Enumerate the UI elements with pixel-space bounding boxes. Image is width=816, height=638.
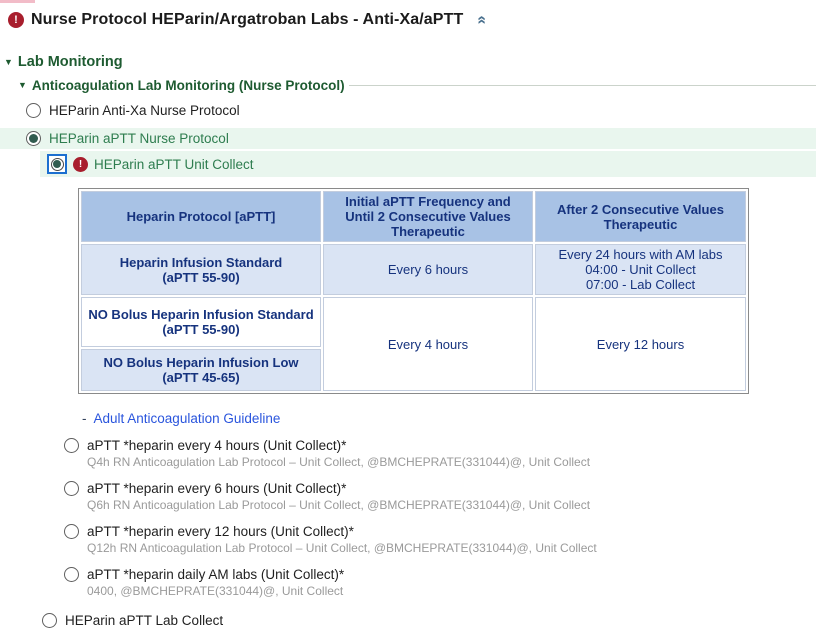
table-cell: Heparin Infusion Standard (aPTT 55-90) bbox=[81, 244, 321, 295]
radio-button-selected[interactable] bbox=[51, 158, 64, 171]
adult-anticoagulation-guideline-link[interactable]: Adult Anticoagulation Guideline bbox=[94, 411, 281, 426]
table-header-cell: Initial aPTT Frequency and Until 2 Conse… bbox=[323, 191, 533, 242]
option-label: aPTT *heparin every 4 hours (Unit Collec… bbox=[87, 438, 346, 453]
option-label: aPTT *heparin daily AM labs (Unit Collec… bbox=[87, 567, 344, 582]
collapse-section-icon[interactable]: « bbox=[474, 16, 490, 25]
section-lab-monitoring: ▼ Lab Monitoring bbox=[4, 54, 816, 70]
option-heparin-anti-xa[interactable]: HEParin Anti-Xa Nurse Protocol bbox=[0, 100, 816, 121]
section-lab-monitoring-label: Lab Monitoring bbox=[18, 54, 123, 70]
collapse-triangle-icon[interactable]: ▼ bbox=[18, 81, 27, 90]
collapse-triangle-icon[interactable]: ▼ bbox=[4, 58, 13, 67]
table-header-cell: After 2 Consecutive Values Therapeutic bbox=[535, 191, 746, 242]
table-cell: NO Bolus Heparin Infusion Low (aPTT 45-6… bbox=[81, 349, 321, 391]
protocol-header: ! Nurse Protocol HEParin/Argatroban Labs… bbox=[0, 0, 816, 29]
radio-button[interactable] bbox=[64, 567, 79, 582]
section-anticoagulation-label: Anticoagulation Lab Monitoring (Nurse Pr… bbox=[32, 78, 345, 93]
radio-button[interactable] bbox=[64, 524, 79, 539]
table-cell: Every 4 hours bbox=[323, 297, 533, 391]
alert-icon: ! bbox=[8, 12, 24, 28]
order-detail-text: Q4h RN Anticoagulation Lab Protocol – Un… bbox=[87, 455, 816, 469]
order-detail-text: Q6h RN Anticoagulation Lab Protocol – Un… bbox=[87, 498, 816, 512]
option-heparin-aptt[interactable]: HEParin aPTT Nurse Protocol bbox=[0, 128, 816, 149]
option-heparin-aptt-unit-collect[interactable]: ! HEParin aPTT Unit Collect bbox=[40, 151, 816, 177]
option-label: HEParin aPTT Lab Collect bbox=[65, 613, 223, 628]
radio-button[interactable] bbox=[42, 613, 57, 628]
radio-button[interactable] bbox=[26, 103, 41, 118]
table-cell: Every 12 hours bbox=[535, 297, 746, 391]
heparin-protocol-table: Heparin Protocol [aPTT] Initial aPTT Fre… bbox=[78, 188, 749, 394]
frequency-options: aPTT *heparin every 4 hours (Unit Collec… bbox=[64, 438, 816, 598]
option-label: aPTT *heparin every 6 hours (Unit Collec… bbox=[87, 481, 346, 496]
top-edge-mark bbox=[0, 0, 35, 3]
option-aptt-q12h[interactable]: aPTT *heparin every 12 hours (Unit Colle… bbox=[64, 524, 816, 555]
option-label: HEParin aPTT Nurse Protocol bbox=[49, 131, 229, 146]
table-cell: Every 24 hours with AM labs 04:00 - Unit… bbox=[535, 244, 746, 295]
page-title: Nurse Protocol HEParin/Argatroban Labs -… bbox=[31, 11, 463, 29]
option-label: HEParin aPTT Unit Collect bbox=[94, 157, 254, 172]
guideline-link-row: - Adult Anticoagulation Guideline bbox=[82, 411, 816, 426]
table-header-cell: Heparin Protocol [aPTT] bbox=[81, 191, 321, 242]
option-aptt-daily-am[interactable]: aPTT *heparin daily AM labs (Unit Collec… bbox=[64, 567, 816, 598]
section-anticoagulation: ▼ Anticoagulation Lab Monitoring (Nurse … bbox=[18, 78, 816, 93]
option-label: aPTT *heparin every 12 hours (Unit Colle… bbox=[87, 524, 354, 539]
alert-icon: ! bbox=[73, 157, 88, 172]
table-cell: Every 6 hours bbox=[323, 244, 533, 295]
table-cell: NO Bolus Heparin Infusion Standard (aPTT… bbox=[81, 297, 321, 347]
focused-radio-button[interactable] bbox=[47, 154, 67, 174]
radio-button[interactable] bbox=[64, 438, 79, 453]
order-detail-text: 0400, @BMCHEPRATE(331044)@, Unit Collect bbox=[87, 584, 816, 598]
radio-button[interactable] bbox=[64, 481, 79, 496]
option-label: HEParin Anti-Xa Nurse Protocol bbox=[49, 103, 240, 118]
option-heparin-aptt-lab-collect[interactable]: HEParin aPTT Lab Collect bbox=[42, 610, 816, 631]
radio-button-selected[interactable] bbox=[26, 131, 41, 146]
section-divider-line bbox=[349, 85, 816, 86]
option-aptt-q6h[interactable]: aPTT *heparin every 6 hours (Unit Collec… bbox=[64, 481, 816, 512]
link-dash-prefix: - bbox=[82, 411, 87, 426]
option-aptt-q4h[interactable]: aPTT *heparin every 4 hours (Unit Collec… bbox=[64, 438, 816, 469]
order-detail-text: Q12h RN Anticoagulation Lab Protocol – U… bbox=[87, 541, 816, 555]
